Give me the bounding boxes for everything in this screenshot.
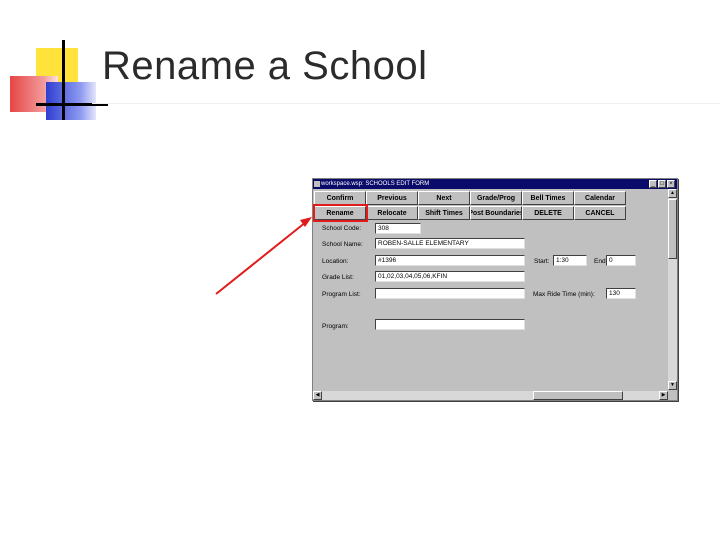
pointer-arrow-icon: [215, 217, 312, 295]
pointer-arrow-line: [215, 221, 307, 295]
